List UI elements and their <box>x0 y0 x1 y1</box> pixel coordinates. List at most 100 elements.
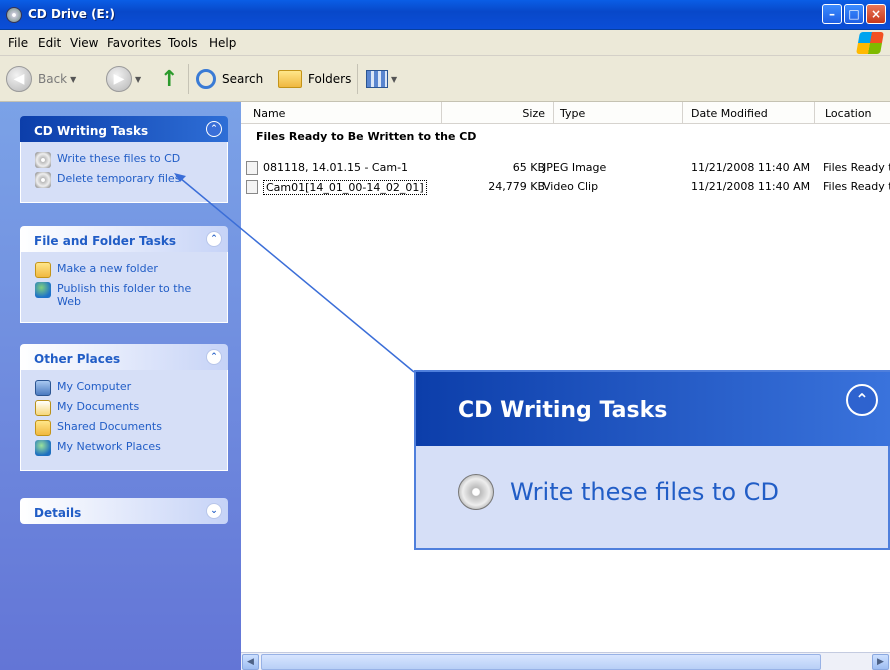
dropdown-arrow-icon: ▼ <box>70 74 77 84</box>
collapse-chevron-icon[interactable]: ⌃ <box>206 121 222 137</box>
menu-edit[interactable]: Edit <box>38 36 61 50</box>
cd-delete-icon <box>35 172 51 188</box>
horizontal-scrollbar[interactable]: ◀ ▶ <box>241 652 890 670</box>
folder-icon <box>278 70 302 88</box>
menu-favorites[interactable]: Favorites <box>107 36 161 50</box>
place-my-computer[interactable]: My Computer <box>35 380 217 396</box>
file-location: Files Ready t <box>823 161 890 174</box>
forward-button[interactable]: ▶ ▼ <box>106 64 141 94</box>
back-button[interactable]: ◀ Back ▼ <box>6 64 76 94</box>
task-label: Delete temporary files <box>57 172 181 185</box>
menu-view[interactable]: View <box>70 36 98 50</box>
group-title: Files Ready to Be Written to the CD <box>256 130 477 143</box>
file-location: Files Ready t <box>823 180 890 193</box>
collapse-chevron-icon: ⌃ <box>846 384 878 416</box>
panel-header[interactable]: Details ⌄ <box>20 498 228 524</box>
jpeg-file-icon <box>246 161 258 175</box>
back-arrow-icon: ◀ <box>6 66 32 92</box>
close-button[interactable]: × <box>866 4 886 24</box>
table-row[interactable]: Cam01[14_01_00-14_02_01] 24,779 KB Video… <box>241 179 890 195</box>
task-make-new-folder[interactable]: Make a new folder <box>35 262 217 278</box>
task-pane: CD Writing Tasks ⌃ Write these files to … <box>0 102 241 670</box>
search-icon <box>196 69 216 89</box>
panel-header[interactable]: CD Writing Tasks ⌃ <box>20 116 228 142</box>
new-folder-icon <box>35 262 51 278</box>
back-label: Back <box>38 72 68 86</box>
forward-arrow-icon: ▶ <box>106 66 132 92</box>
task-label: Make a new folder <box>57 262 158 275</box>
up-arrow-icon: ↑ <box>160 66 179 92</box>
panel-other-places: Other Places ⌃ My Computer My Documents … <box>20 344 228 471</box>
column-header-date-modified[interactable]: Date Modified <box>683 102 815 124</box>
zoom-callout: CD Writing Tasks ⌃ Write these files to … <box>414 370 890 550</box>
dropdown-arrow-icon: ▼ <box>135 74 142 84</box>
place-my-network-places[interactable]: My Network Places <box>35 440 217 456</box>
panel-header[interactable]: File and Folder Tasks ⌃ <box>20 226 228 252</box>
title-bar: CD Drive (E:) – □ × <box>0 0 890 30</box>
windows-logo-icon <box>856 32 884 54</box>
dropdown-arrow-icon: ▼ <box>391 74 398 84</box>
cd-burn-icon <box>35 152 51 168</box>
zoom-callout-header: CD Writing Tasks ⌃ <box>416 372 890 446</box>
video-file-icon <box>246 180 258 194</box>
cd-drive-icon <box>6 7 22 23</box>
panel-body: Write these files to CD Delete temporary… <box>20 142 228 203</box>
place-label: My Documents <box>57 400 140 413</box>
task-delete-temporary-files[interactable]: Delete temporary files <box>35 172 217 188</box>
file-date: 11/21/2008 11:40 AM <box>691 180 811 193</box>
file-type: JPEG Image <box>543 161 607 174</box>
my-documents-icon <box>35 400 51 416</box>
menu-file[interactable]: File <box>8 36 28 50</box>
publish-web-icon <box>35 282 51 298</box>
menu-bar: File Edit View Favorites Tools Help <box>0 30 890 56</box>
task-publish-folder-to-web[interactable]: Publish this folder to the Web <box>35 282 217 308</box>
column-header-type[interactable]: Type <box>554 102 683 124</box>
views-icon <box>366 70 388 88</box>
views-button[interactable]: ▼ <box>366 64 397 94</box>
collapse-chevron-icon[interactable]: ⌃ <box>206 349 222 365</box>
up-folder-button[interactable]: ↑ <box>160 64 178 94</box>
panel-header[interactable]: Other Places ⌃ <box>20 344 228 370</box>
menu-help[interactable]: Help <box>209 36 236 50</box>
window-title: CD Drive (E:) <box>28 7 116 21</box>
scroll-left-icon[interactable]: ◀ <box>242 654 259 670</box>
column-header-size[interactable]: Size <box>442 102 554 124</box>
collapse-chevron-icon[interactable]: ⌃ <box>206 231 222 247</box>
search-label: Search <box>222 72 264 86</box>
folders-button[interactable]: Folders <box>278 64 351 94</box>
place-label: My Computer <box>57 380 132 393</box>
place-my-documents[interactable]: My Documents <box>35 400 217 416</box>
place-label: Shared Documents <box>57 420 162 433</box>
task-write-files-to-cd[interactable]: Write these files to CD <box>35 152 217 168</box>
file-type: Video Clip <box>543 180 599 193</box>
file-size: 24,779 KB <box>488 180 545 193</box>
file-name: Cam01[14_01_00-14_02_01] <box>263 180 427 195</box>
shared-documents-icon <box>35 420 51 436</box>
scroll-thumb[interactable] <box>261 654 821 670</box>
folders-label: Folders <box>308 72 352 86</box>
panel-title: Details <box>34 506 82 520</box>
file-size: 65 KB <box>512 161 545 174</box>
zoom-callout-title: CD Writing Tasks <box>458 398 668 423</box>
toolbar-separator <box>188 64 189 94</box>
panel-details: Details ⌄ <box>20 498 228 524</box>
file-date: 11/21/2008 11:40 AM <box>691 161 811 174</box>
place-shared-documents[interactable]: Shared Documents <box>35 420 217 436</box>
table-row[interactable]: 081118, 14.01.15 - Cam-1 65 KB JPEG Imag… <box>241 160 890 176</box>
menu-tools[interactable]: Tools <box>168 36 198 50</box>
column-header-location[interactable]: Location <box>815 102 890 124</box>
zoom-callout-task: Write these files to CD <box>458 474 779 510</box>
scroll-right-icon[interactable]: ▶ <box>872 654 889 670</box>
file-name: 081118, 14.01.15 - Cam-1 <box>263 161 409 174</box>
task-label: Write these files to CD <box>57 152 181 165</box>
toolbar: ◀ Back ▼ ▶ ▼ ↑ Search Folders ▼ <box>0 56 890 102</box>
search-button[interactable]: Search <box>196 64 263 94</box>
network-places-icon <box>35 440 51 456</box>
expand-chevron-icon[interactable]: ⌄ <box>206 503 222 519</box>
minimize-button[interactable]: – <box>822 4 842 24</box>
maximize-button[interactable]: □ <box>844 4 864 24</box>
panel-title: Other Places <box>34 352 121 366</box>
column-header-name[interactable]: Name <box>241 102 442 124</box>
toolbar-separator <box>357 64 358 94</box>
panel-title: File and Folder Tasks <box>34 234 177 248</box>
